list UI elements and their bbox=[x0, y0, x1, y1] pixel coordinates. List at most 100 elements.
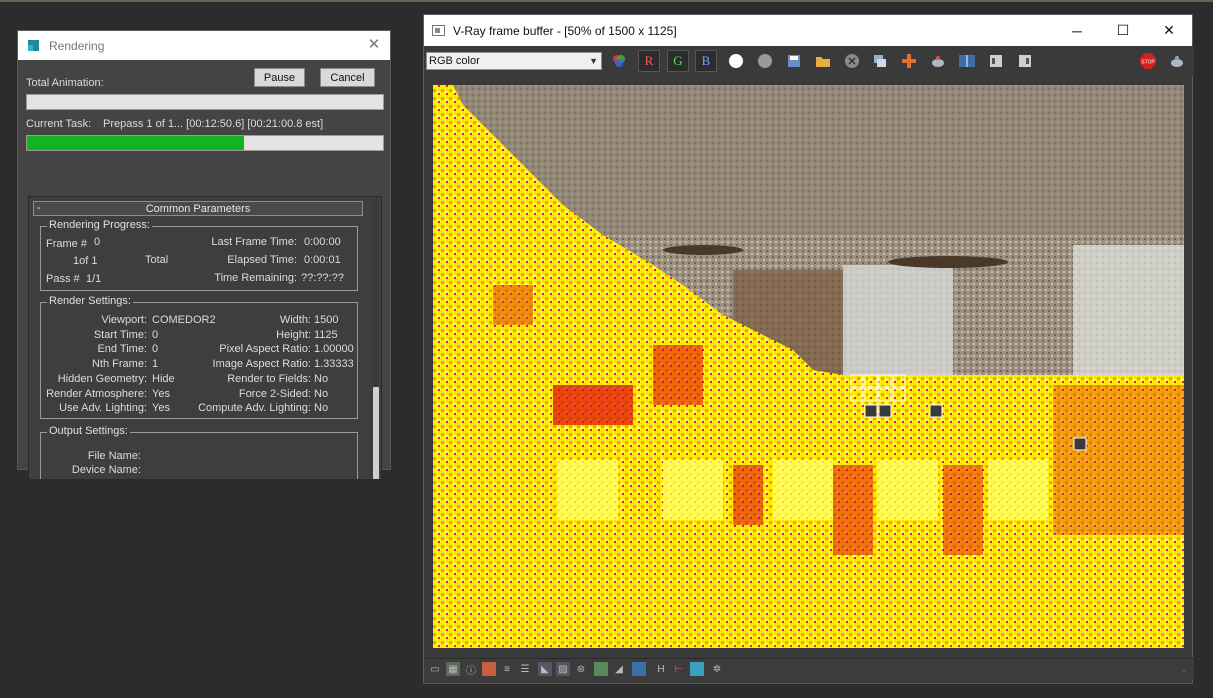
open-folder-icon[interactable] bbox=[812, 50, 834, 72]
render-setting-value: 1125 bbox=[314, 328, 338, 341]
render-setting-label: Viewport: bbox=[101, 314, 147, 326]
current-task-value: Prepass 1 of 1... [00:12:50.6] [00:21:00… bbox=[103, 118, 324, 130]
render-setting-value: 1.00000 bbox=[314, 343, 354, 356]
collapse-toggle[interactable]: - bbox=[37, 202, 41, 214]
graph-icon[interactable]: ◢ bbox=[612, 662, 626, 676]
last-frame-time-value: 0:00:00 bbox=[304, 236, 341, 248]
last-frame-time-label: Last Frame Time: bbox=[211, 236, 297, 248]
output-settings-title: Output Settings: bbox=[47, 425, 130, 437]
render-setting-value: No bbox=[314, 402, 329, 415]
close-icon[interactable]: ✕ bbox=[366, 37, 382, 53]
h-button[interactable]: H bbox=[654, 662, 668, 676]
render-settings-group: Render Settings: Viewport: COMEDOR2 Start … bbox=[40, 295, 358, 419]
rendering-progress-group: Rendering Progress: Frame # 0 1of 1 Tota… bbox=[40, 219, 358, 291]
green-channel-button[interactable]: G bbox=[667, 50, 689, 72]
info-icon[interactable]: ⓘ bbox=[464, 662, 478, 677]
color-wheel-icon[interactable] bbox=[608, 50, 630, 72]
common-parameters-rollout[interactable]: - Common Parameters bbox=[33, 201, 363, 216]
render-setting-value: Hide bbox=[152, 372, 175, 385]
common-parameters-header: Common Parameters bbox=[145, 202, 251, 215]
minimize-icon[interactable]: ─ bbox=[1054, 15, 1100, 46]
render-setting-value: No bbox=[314, 372, 329, 385]
pause-button[interactable]: Pause bbox=[254, 68, 305, 87]
curves-icon[interactable]: ◣ bbox=[538, 662, 552, 676]
rendering-dialog-titlebar[interactable]: Rendering ✕ bbox=[18, 31, 390, 60]
render-image bbox=[433, 85, 1184, 648]
render-teapot-icon[interactable] bbox=[927, 50, 949, 72]
channel-select[interactable]: RGB color ▼ bbox=[426, 52, 602, 70]
render-setting-value: 1.33333 bbox=[314, 358, 354, 371]
current-task-progress-fill bbox=[27, 136, 245, 150]
color-correction-icon[interactable]: ▦ bbox=[446, 662, 460, 676]
render-setting-value: 1500 bbox=[314, 314, 339, 326]
rendering-progress-title: Rendering Progress: bbox=[47, 219, 152, 231]
clear-icon[interactable] bbox=[841, 50, 863, 72]
exposure-icon[interactable] bbox=[482, 662, 496, 676]
rendering-dialog-title: Rendering bbox=[49, 38, 105, 53]
rendering-dialog-body: Total Animation: Pause Cancel Current Ta… bbox=[18, 60, 390, 480]
render-settings-title: Render Settings: bbox=[47, 295, 133, 307]
hsl-icon[interactable]: ≡ bbox=[500, 662, 514, 676]
total-label: Total bbox=[145, 254, 169, 266]
render-setting-value: 0 bbox=[152, 328, 159, 341]
gray-dot-icon[interactable] bbox=[754, 50, 776, 72]
render-canvas[interactable] bbox=[433, 85, 1184, 648]
red-channel-button[interactable]: R bbox=[638, 50, 660, 72]
elapsed-time-label: Elapsed Time: bbox=[227, 254, 297, 266]
render-setting-label: Height: bbox=[276, 328, 311, 341]
render-setting-value: Yes bbox=[152, 402, 170, 415]
render-setting-value: 0 bbox=[152, 343, 159, 356]
render-setting-label: Use Adv. Lighting: bbox=[59, 402, 147, 415]
render-setting-value: COMEDOR2 bbox=[152, 314, 216, 326]
stop-icon[interactable]: STOP bbox=[1137, 50, 1159, 72]
wipe-icon[interactable] bbox=[632, 662, 646, 676]
rendering-dialog: Rendering ✕ Total Animation: Pause Cance… bbox=[17, 30, 391, 480]
maximize-icon[interactable]: ☐ bbox=[1100, 15, 1146, 46]
history-a-icon[interactable] bbox=[985, 50, 1007, 72]
background-image-icon[interactable] bbox=[594, 662, 608, 676]
folder-icon[interactable]: ▭ bbox=[428, 662, 442, 676]
frame-label: Frame # bbox=[46, 238, 87, 250]
pass-value: 1/1 bbox=[86, 273, 102, 285]
pixel-aspect-icon[interactable] bbox=[690, 662, 704, 676]
cancel-button[interactable]: Cancel bbox=[320, 68, 375, 87]
params-scrollbar-thumb[interactable] bbox=[373, 387, 379, 479]
current-task-progress-bar bbox=[26, 135, 384, 151]
region-render-icon[interactable] bbox=[898, 50, 920, 72]
chevron-down-icon: ▼ bbox=[589, 56, 598, 66]
render-setting-label: Force 2-Sided: bbox=[238, 387, 311, 400]
output-settings-group: Output Settings: File Name: Device Name: bbox=[40, 425, 358, 479]
render-setting-value: No bbox=[314, 387, 329, 400]
render-setting-label: Render to Fields: bbox=[227, 372, 311, 385]
duplicate-icon[interactable] bbox=[869, 50, 891, 72]
render-setting-label: Nth Frame: bbox=[91, 358, 147, 371]
common-parameters-panel: - Common Parameters Rendering Progress: … bbox=[28, 196, 382, 480]
close-icon[interactable]: ✕ bbox=[1146, 15, 1192, 46]
white-dot-icon[interactable] bbox=[725, 50, 747, 72]
save-icon[interactable] bbox=[783, 50, 805, 72]
vfb-bottom-toolbar: ▭ ▦ ⓘ ≡ ☰ ◣ ▨ ⊛ ◢ H ⊢ ✲ ⌄ bbox=[424, 658, 1194, 680]
expand-chevron-icon[interactable]: ⌄ bbox=[1177, 662, 1191, 676]
history-b-icon[interactable] bbox=[1014, 50, 1036, 72]
vfb-toolbar: RGB color ▼ R G B STOP bbox=[424, 46, 1194, 76]
render-setting-label: End Time: bbox=[97, 343, 147, 356]
vray-frame-buffer-window: V-Ray frame buffer - [50% of 1500 x 1125… bbox=[423, 14, 1194, 684]
render-setting-label: Pixel Aspect Ratio: bbox=[219, 343, 311, 356]
render-teapot-icon[interactable] bbox=[1166, 50, 1188, 72]
blue-channel-button[interactable]: B bbox=[695, 50, 717, 72]
file-name-label: File Name: bbox=[87, 450, 141, 462]
render-setting-label: Hidden Geometry: bbox=[57, 372, 147, 385]
vfb-title: V-Ray frame buffer - [50% of 1500 x 1125… bbox=[453, 23, 677, 38]
frame-of-value: 1of 1 bbox=[73, 255, 98, 267]
levels-icon[interactable]: ☰ bbox=[518, 662, 532, 676]
ocio-icon[interactable]: ⊛ bbox=[574, 662, 588, 676]
pass-label: Pass # bbox=[46, 273, 80, 285]
desktop-top-strip bbox=[0, 0, 1213, 2]
compare-ab-icon[interactable] bbox=[956, 50, 978, 72]
follow-mouse-icon[interactable]: ⊢ bbox=[672, 662, 686, 676]
vfb-titlebar[interactable]: V-Ray frame buffer - [50% of 1500 x 1125… bbox=[424, 15, 1192, 46]
render-setting-label: Image Aspect Ratio: bbox=[212, 358, 311, 371]
lut-icon[interactable]: ▨ bbox=[556, 662, 570, 676]
settings-icon[interactable]: ✲ bbox=[710, 662, 724, 676]
render-setting-value: 1 bbox=[152, 358, 159, 371]
